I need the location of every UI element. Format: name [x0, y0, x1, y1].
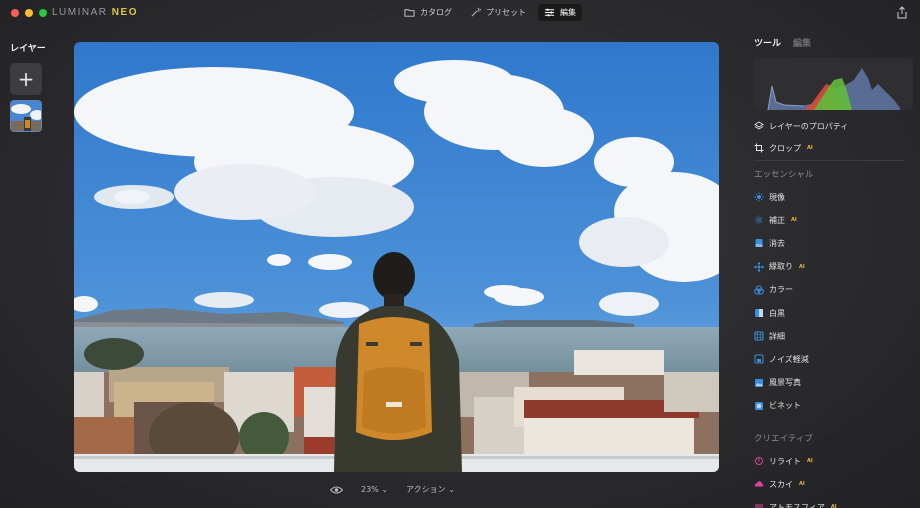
photo-image: [74, 42, 719, 472]
layers-title: レイヤー: [10, 44, 46, 54]
actions-dropdown[interactable]: アクション ⌄: [406, 484, 455, 495]
color-circles-icon: [754, 285, 764, 295]
zoom-value: 23%: [361, 485, 379, 494]
presets-tab[interactable]: プリセット: [464, 4, 532, 21]
catalog-tab[interactable]: カタログ: [398, 4, 458, 21]
sparkle-icon: [754, 215, 764, 225]
tool-item[interactable]: 縁取り AI: [754, 260, 805, 274]
relight-icon: [755, 457, 763, 465]
tool-item[interactable]: 現像: [754, 190, 785, 204]
tool-label: 縁取り: [769, 262, 793, 272]
layer-properties-label: レイヤーのプロパティ: [769, 121, 849, 131]
tool-item[interactable]: 風景写真: [754, 376, 801, 390]
layer-thumbnail[interactable]: [10, 100, 42, 132]
folder-icon: [404, 9, 415, 17]
tool-label: リライト: [769, 456, 801, 466]
ai-badge: AI: [830, 504, 837, 508]
window-controls: [11, 9, 47, 17]
tool-label: 現像: [769, 192, 785, 202]
crop-label: クロップ: [769, 143, 801, 153]
minimize-window-button[interactable]: [25, 9, 33, 17]
tool-item[interactable]: 補正 AI: [754, 213, 797, 227]
section-divider: [754, 160, 904, 161]
cloud-icon: [754, 481, 764, 487]
edit-tab-label: 編集: [560, 8, 576, 17]
creative-section-title: クリエイティブ: [754, 434, 813, 444]
layer-thumbnail-image: [11, 101, 41, 131]
layers-icon: [754, 121, 764, 130]
photo-canvas[interactable]: [74, 42, 719, 472]
bw-icon: [755, 309, 763, 317]
atmosphere-icon: [755, 504, 763, 508]
tab-edits[interactable]: 編集: [793, 36, 811, 49]
add-layer-button[interactable]: +: [10, 63, 42, 95]
actions-label: アクション: [406, 485, 446, 494]
tool-label: カラー: [769, 285, 793, 295]
edit-tab[interactable]: 編集: [538, 4, 582, 21]
zoom-dropdown[interactable]: 23% ⌄: [361, 485, 388, 494]
ai-badge: AI: [807, 458, 813, 464]
histogram: [754, 58, 913, 110]
chevron-down-icon: ⌄: [381, 485, 389, 494]
landscape-icon: [755, 378, 763, 387]
chevron-down-icon: ⌄: [448, 485, 455, 494]
tab-tools[interactable]: ツール: [754, 36, 781, 49]
crop-tool-item[interactable]: クロップ AI: [754, 141, 813, 155]
tool-label: ビネット: [769, 401, 801, 411]
tool-label: 詳細: [769, 331, 785, 341]
layer-properties-item[interactable]: レイヤーのプロパティ: [754, 119, 848, 133]
noise-icon: [754, 354, 764, 364]
tool-item[interactable]: スカイ AI: [754, 477, 805, 491]
app-window: LUMINAR NEO カタログ プリセット 編集 レイヤー + 23% ⌄ ア…: [0, 0, 920, 508]
tool-item[interactable]: ノイズ軽減: [754, 352, 809, 366]
tool-item[interactable]: 消去: [754, 236, 785, 250]
sliders-icon: [544, 8, 555, 17]
ai-badge: AI: [799, 481, 805, 487]
tool-label: 風景写真: [769, 378, 801, 388]
tool-item[interactable]: リライト AI: [754, 454, 813, 468]
presets-tab-label: プリセット: [486, 8, 526, 17]
vignette-icon: [755, 401, 763, 410]
tool-item[interactable]: 詳細: [754, 329, 785, 343]
plus-icon: +: [17, 67, 35, 91]
structure-icon: [754, 261, 764, 272]
ai-badge: AI: [807, 145, 813, 151]
bottom-toolbar: 23% ⌄ アクション ⌄: [330, 484, 455, 495]
crop-icon: [754, 143, 764, 153]
ai-badge: AI: [791, 217, 797, 224]
eraser-icon: [755, 239, 763, 248]
catalog-tab-label: カタログ: [420, 8, 452, 17]
tool-item[interactable]: ビネット: [754, 399, 801, 413]
app-logo: LUMINAR NEO: [52, 7, 138, 18]
zoom-window-button[interactable]: [39, 9, 47, 17]
share-icon[interactable]: [896, 6, 908, 19]
tool-label: 消去: [769, 238, 785, 248]
eye-icon[interactable]: [330, 485, 343, 495]
tool-item[interactable]: 白黒: [754, 306, 785, 320]
tool-label: アトモスフィア: [769, 502, 825, 508]
tool-label: スカイ: [769, 479, 793, 489]
tool-label: 補正: [769, 215, 785, 225]
essentials-section-title: エッセンシャル: [754, 170, 814, 180]
tool-label: 白黒: [769, 308, 785, 318]
title-bar: LUMINAR NEO カタログ プリセット 編集: [0, 0, 920, 26]
magic-wand-icon: [471, 7, 481, 17]
top-navigation: カタログ プリセット 編集: [398, 4, 582, 21]
sun-icon: [754, 192, 764, 202]
details-icon: [754, 331, 764, 341]
right-panel-tabs: ツール 編集: [754, 36, 811, 49]
tool-label: ノイズ軽減: [769, 354, 809, 364]
tool-item[interactable]: カラー: [754, 283, 793, 297]
ai-badge: AI: [799, 263, 805, 270]
tool-item[interactable]: アトモスフィア AI: [754, 500, 837, 508]
histogram-graph: [767, 68, 900, 110]
close-window-button[interactable]: [11, 9, 19, 17]
